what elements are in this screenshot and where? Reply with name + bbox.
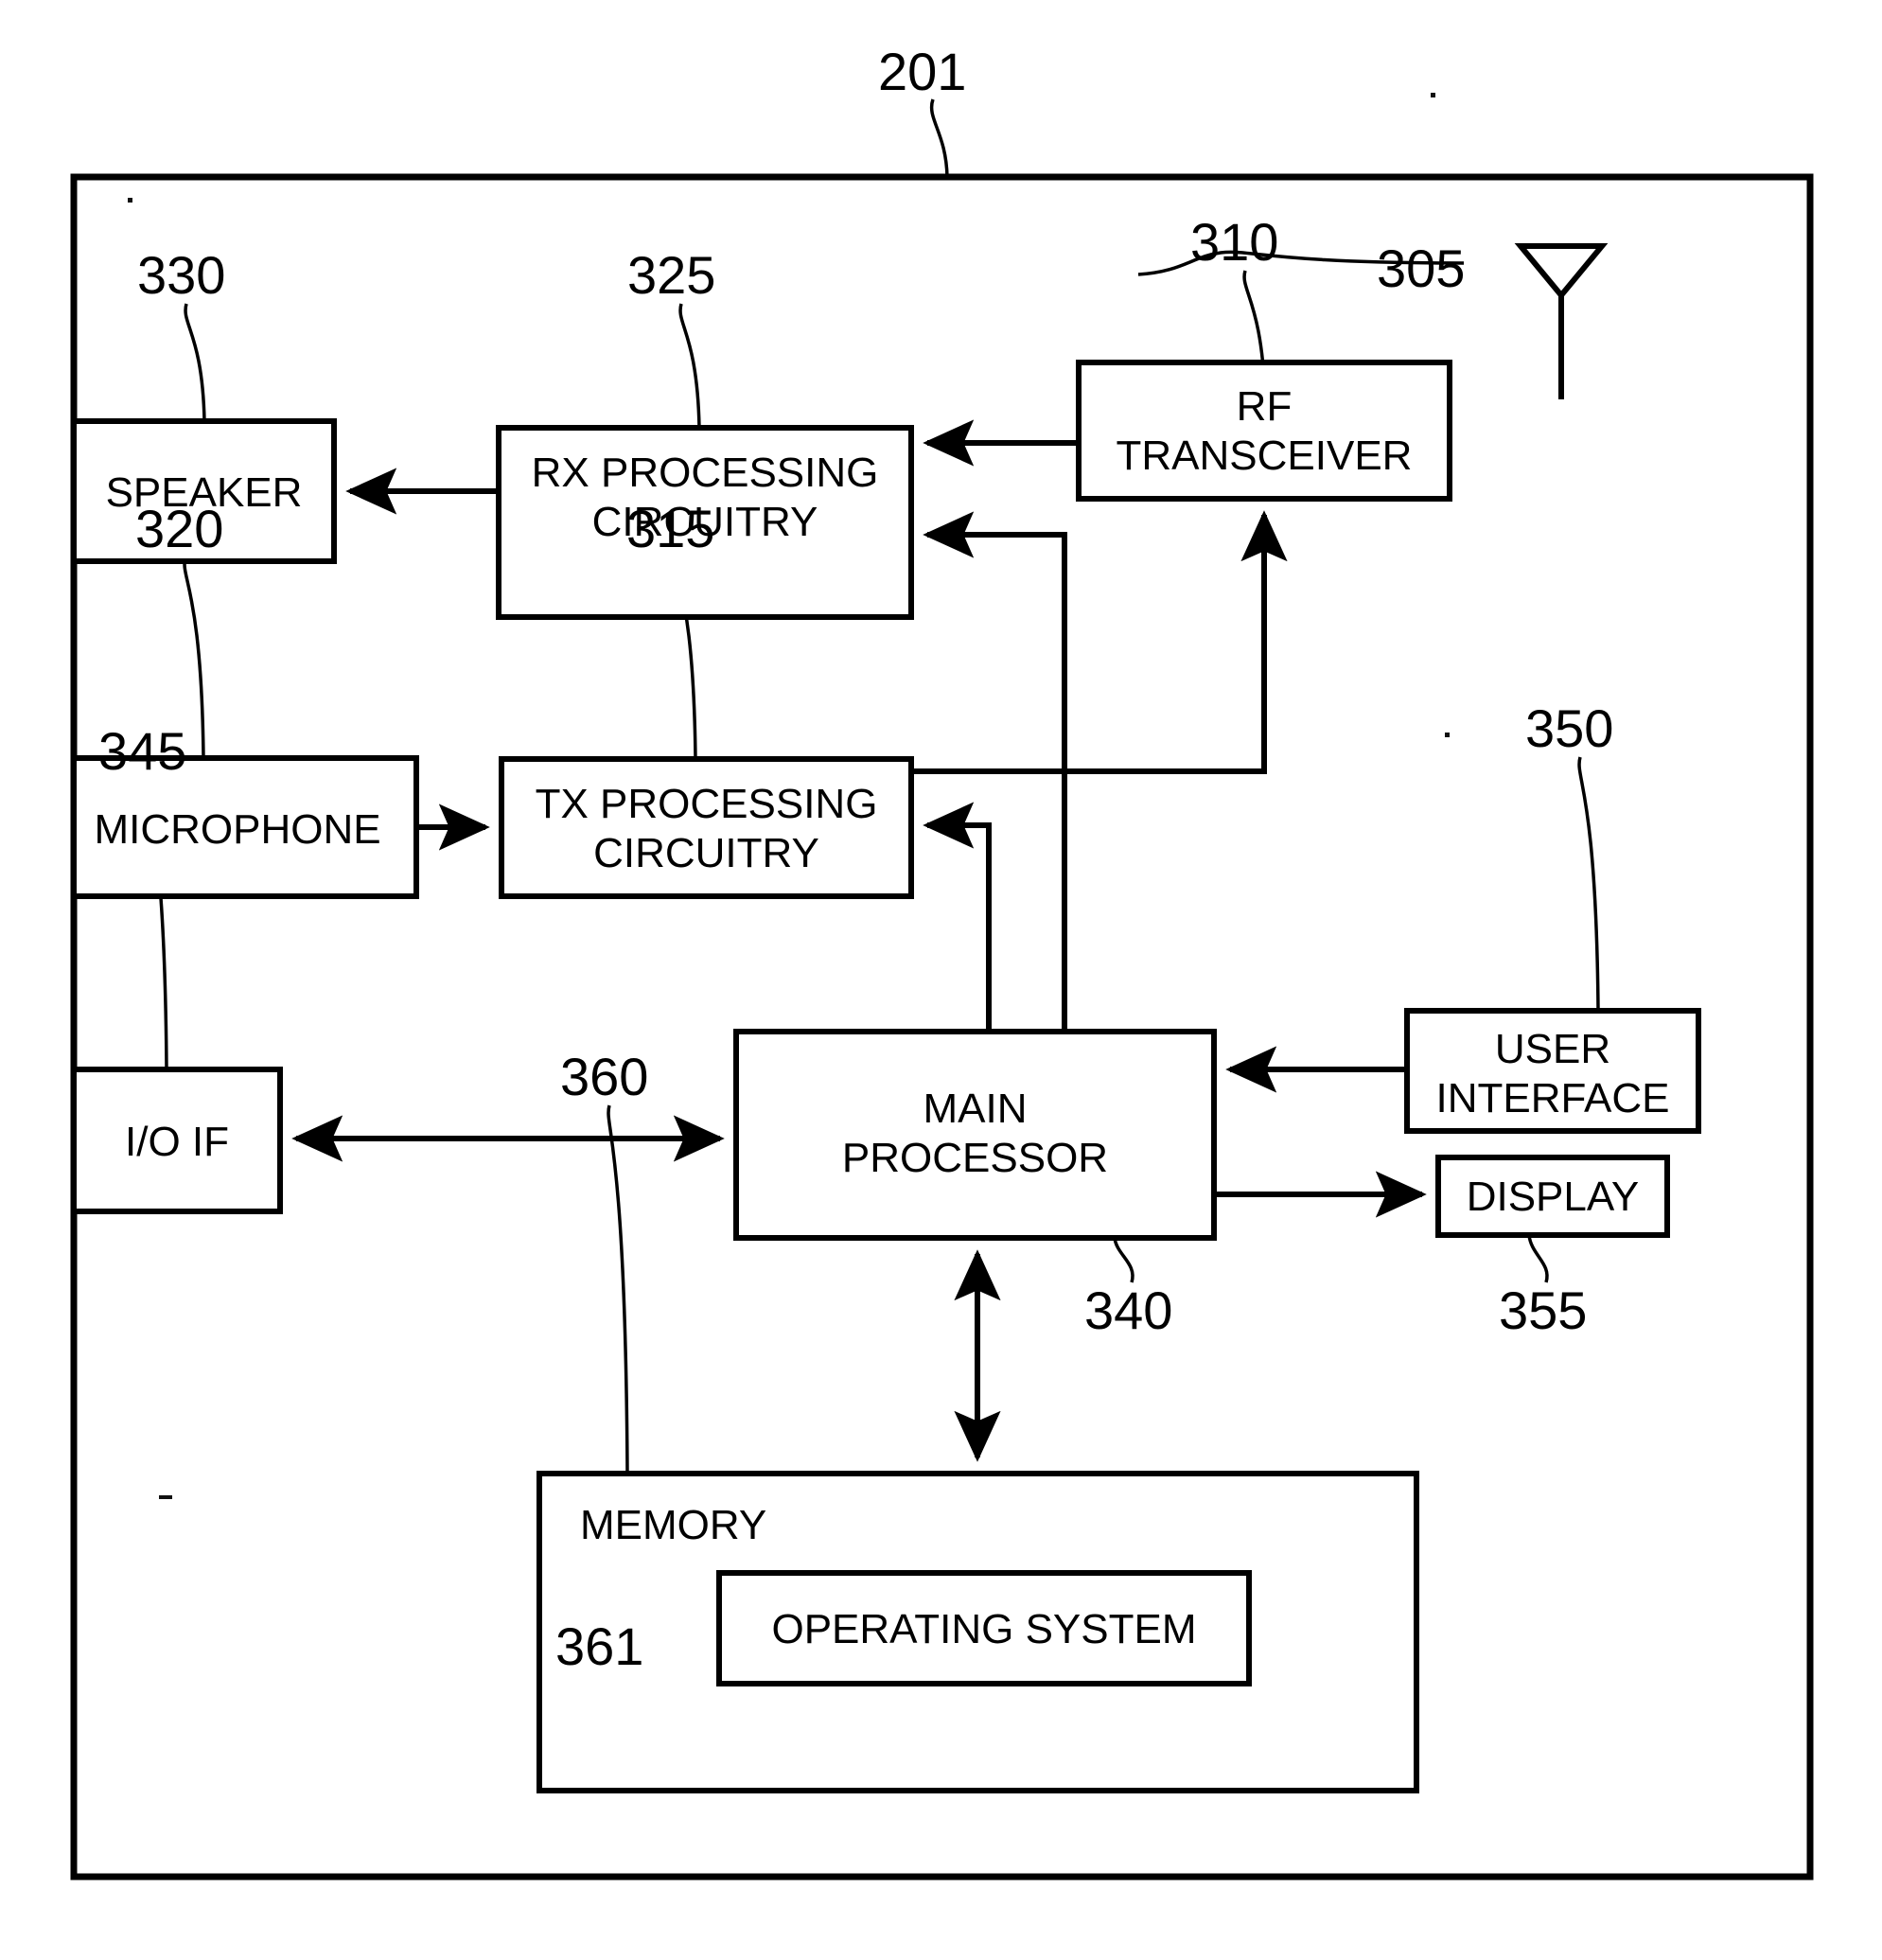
io-if-box[interactable] (71, 1067, 283, 1214)
tx-processing-box[interactable] (499, 756, 914, 899)
ref-numeral-201: 201 (878, 42, 967, 101)
ref-numeral-345: 345 (98, 721, 187, 781)
rf-transceiver-box[interactable] (1076, 360, 1452, 502)
display-box[interactable] (1435, 1155, 1670, 1238)
operating-system-box[interactable] (716, 1570, 1252, 1686)
scan-speck (1445, 733, 1450, 737)
ref-numeral-325: 325 (627, 245, 716, 305)
scan-speck (1431, 93, 1435, 97)
ref-numeral-350: 350 (1525, 698, 1614, 758)
main-processor-box[interactable] (733, 1029, 1217, 1241)
user-interface-box[interactable] (1404, 1008, 1701, 1134)
ref-numeral-340: 340 (1084, 1280, 1173, 1340)
diagram-lines (70, 98, 1814, 1881)
scan-speck (128, 198, 132, 203)
ref-numeral-315: 315 (626, 499, 715, 558)
scan-speck (159, 1495, 172, 1499)
figure-canvas: SPEAKER RX PROCESSING CIRCUITRY RF TRANS… (0, 0, 1882, 1960)
ref-numeral-330: 330 (137, 245, 226, 305)
ref-numeral-355: 355 (1499, 1280, 1588, 1340)
ref-numeral-320: 320 (135, 499, 224, 558)
ref-numeral-310: 310 (1190, 212, 1279, 272)
ref-numeral-305: 305 (1377, 238, 1466, 298)
leader-201 (929, 98, 949, 178)
ref-numeral-360: 360 (560, 1047, 649, 1106)
ref-numeral-361: 361 (555, 1616, 644, 1676)
